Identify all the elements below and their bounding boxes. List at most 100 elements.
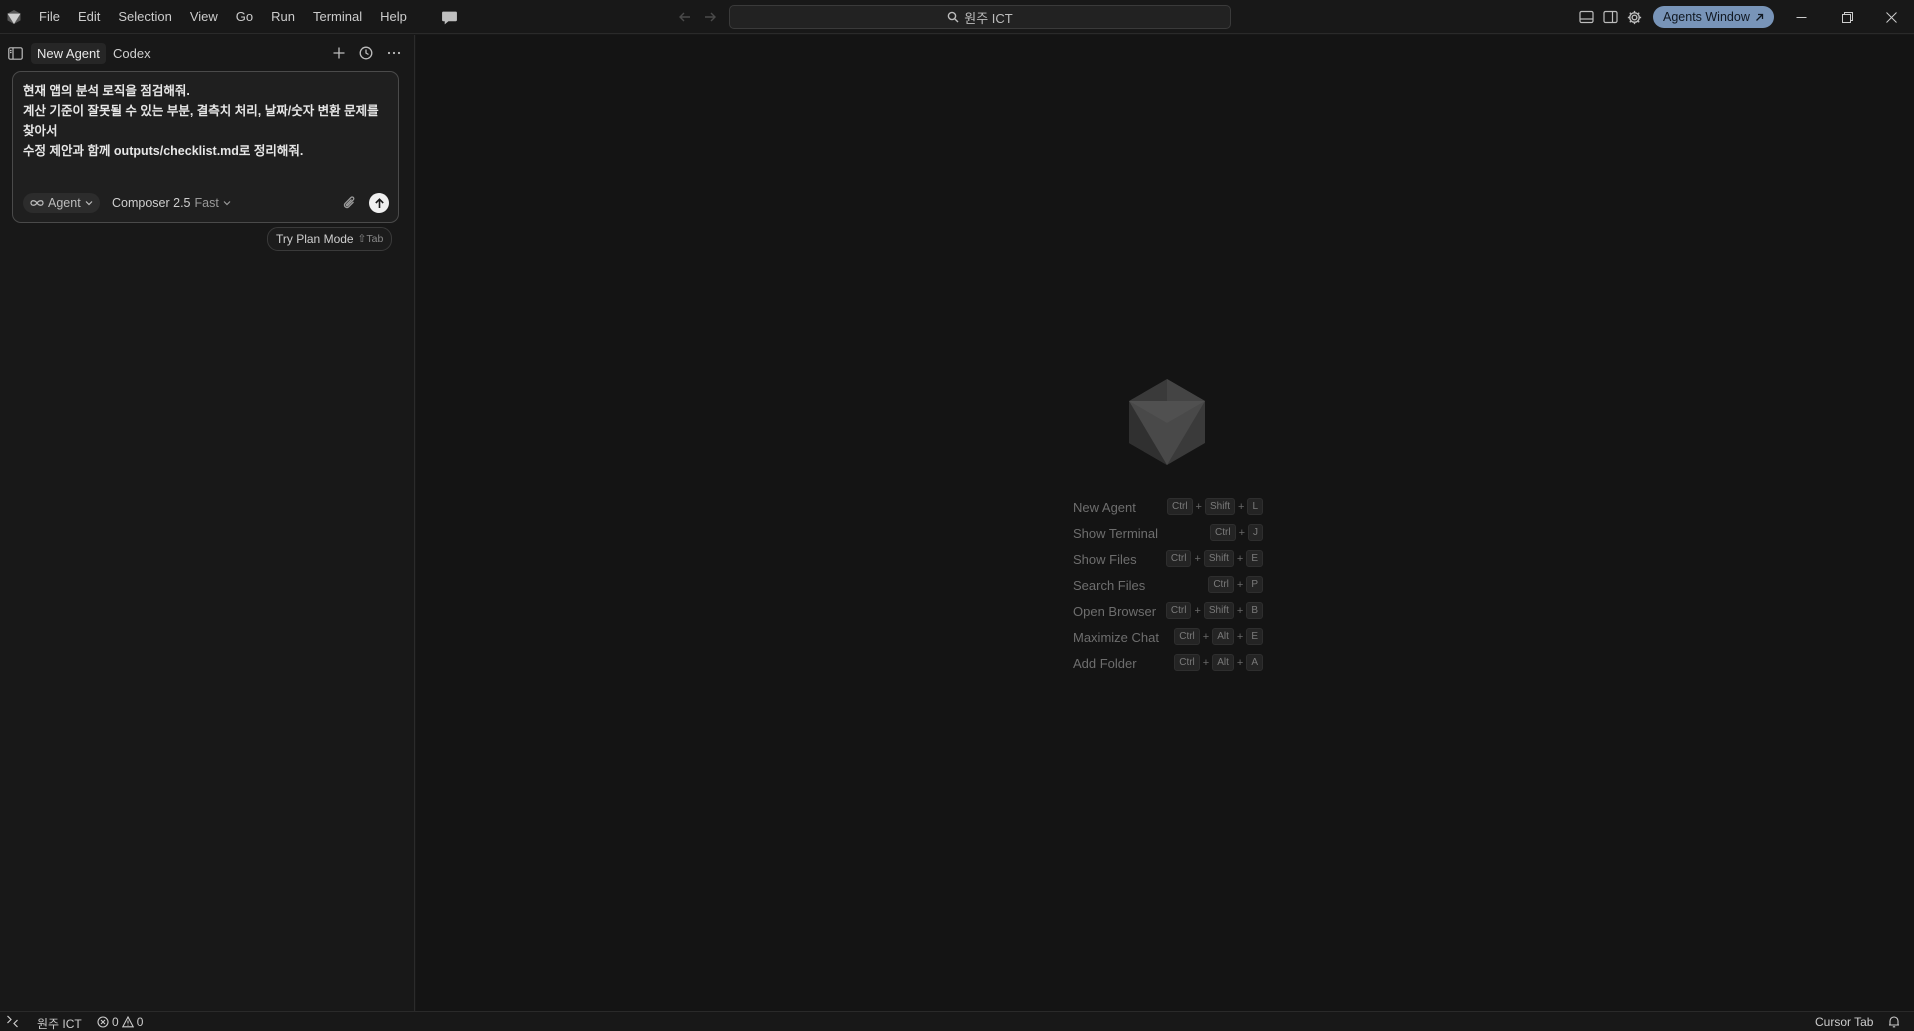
shortcut-label: Maximize Chat [1073,629,1159,645]
restore-icon [1841,11,1853,23]
cursor-cube-logo [1127,377,1207,467]
cursor-logo-icon [6,9,22,25]
warning-icon [121,1016,134,1028]
restore-button[interactable] [1824,0,1870,34]
search-icon [947,11,959,23]
shortcut-list: New Agent Ctrl + Shift + L Show Terminal Ctrl + J… [1073,494,1263,676]
shortcut-keys: Ctrl + Shift + B [1165,602,1263,619]
key-cap: B [1246,602,1263,619]
send-button[interactable] [369,193,389,213]
shortcut-row[interactable]: New Agent Ctrl + Shift + L [1073,494,1263,520]
workspace-name[interactable]: 원주 ICT [37,1015,82,1031]
shortcut-row[interactable]: Open Browser Ctrl + Shift + B [1073,598,1263,624]
menu-terminal[interactable]: Terminal [304,0,371,34]
minimize-button[interactable] [1778,0,1824,34]
key-separator: + [1236,656,1244,669]
tab-codex[interactable]: Codex [107,43,157,64]
main-editor-area: New Agent Ctrl + Shift + L Show Terminal Ctrl + J… [416,35,1914,1011]
key-cap: Ctrl [1174,628,1200,645]
model-speed: Fast [194,196,219,210]
warning-count: 0 [136,1015,144,1029]
bell-icon[interactable] [1888,1015,1900,1028]
gear-icon[interactable] [1627,10,1642,25]
menu-help[interactable]: Help [371,0,416,34]
shortcut-keys: Ctrl + Shift + L [1166,498,1263,515]
paperclip-icon[interactable] [342,195,357,211]
shortcut-row[interactable]: Maximize Chat Ctrl + Alt + E [1073,624,1263,650]
key-cap: P [1246,576,1263,593]
key-separator: + [1238,500,1245,513]
key-cap: E [1246,550,1263,567]
title-bar: File Edit Selection View Go Run Terminal… [0,0,1914,34]
key-cap: E [1246,628,1263,645]
key-cap: Ctrl [1165,550,1192,567]
agent-composer[interactable]: 현재 앱의 분석 로직을 점검해줘. 계산 기준이 잘못될 수 있는 부분, 결… [12,71,399,223]
layout-panel-icon[interactable] [1579,10,1594,24]
toggle-sidebar-icon[interactable] [8,47,23,60]
prompt-line: 수정 제안과 함께 outputs/checklist.md로 정리해줘. [23,144,304,158]
minimize-icon [1796,12,1807,23]
menu-file[interactable]: File [30,0,69,34]
layout-sidebar-icon[interactable] [1603,10,1618,24]
chat-icon[interactable] [441,9,458,25]
shortcut-keys: Ctrl + P [1208,576,1263,593]
key-cap: Alt [1212,628,1234,645]
menu-view[interactable]: View [181,0,227,34]
shortcut-keys: Ctrl + Shift + E [1165,550,1263,567]
agents-window-button[interactable]: Agents Window [1653,6,1774,28]
status-bar: 원주 ICT 0 0 Cursor Tab [0,1011,1914,1031]
plus-icon[interactable] [331,45,347,61]
shortcut-row[interactable]: Show Files Ctrl + Shift + E [1073,546,1263,572]
menu-run[interactable]: Run [262,0,304,34]
problems-indicator[interactable]: 0 0 [97,1015,143,1029]
menu-selection[interactable]: Selection [109,0,180,34]
shortcut-row[interactable]: Add Folder Ctrl + Alt + A [1073,650,1263,676]
plan-hint-label: Try Plan Mode [276,232,354,246]
key-separator: + [1236,552,1244,565]
prompt-textarea[interactable]: 현재 앱의 분석 로직을 점검해줘. 계산 기준이 잘못될 수 있는 부분, 결… [23,81,389,161]
menu-edit[interactable]: Edit [69,0,109,34]
model-selector[interactable]: Composer 2.5 Fast [112,193,231,213]
history-icon[interactable] [358,45,374,61]
forward-arrow-icon[interactable] [703,10,717,24]
error-icon [97,1016,109,1028]
key-separator: + [1195,500,1202,513]
key-separator: + [1236,604,1244,617]
command-search-bar[interactable]: 원주 ICT [729,5,1231,29]
shortcut-label: Open Browser [1073,603,1157,619]
chevron-down-icon [223,199,231,207]
error-count: 0 [112,1015,119,1029]
external-arrow-icon [1755,13,1764,22]
key-separator: + [1194,552,1201,565]
key-cap: J [1248,524,1263,541]
back-arrow-icon[interactable] [678,10,692,24]
key-separator: + [1202,656,1210,669]
key-cap: Ctrl [1166,498,1193,515]
remote-icon[interactable] [6,1015,19,1028]
cursor-tab-status[interactable]: Cursor Tab [1815,1015,1873,1029]
shortcut-keys: Ctrl + J [1210,524,1263,541]
key-cap: Shift [1204,498,1235,515]
key-separator: + [1236,630,1244,643]
shortcut-keys: Ctrl + Alt + E [1174,628,1263,645]
shortcut-row[interactable]: Search Files Ctrl + P [1073,572,1263,598]
key-separator: + [1236,578,1244,591]
close-icon [1885,11,1897,23]
try-plan-mode-button[interactable]: Try Plan Mode ⇧Tab [267,227,393,251]
prompt-line: 현재 앱의 분석 로직을 점검해줘. [23,84,190,98]
arrow-up-icon [374,197,385,209]
menu-go[interactable]: Go [227,0,262,34]
close-window-button[interactable] [1868,0,1914,34]
agents-window-label: Agents Window [1663,10,1750,24]
tab-new-agent[interactable]: New Agent [31,43,106,64]
menu-bar: File Edit Selection View Go Run Terminal… [30,0,416,34]
more-icon[interactable] [386,45,402,61]
agent-sidebar: New Agent Codex 현재 앱의 분석 로직을 점검해줘. 계산 기준… [0,35,415,1011]
prompt-line: 계산 기준이 잘못될 수 있는 부분, 결측치 처리, 날짜/숫자 변환 문제를… [23,104,379,138]
key-cap: Ctrl [1208,576,1234,593]
shortcut-label: New Agent [1073,499,1136,515]
agent-mode-selector[interactable]: Agent [23,193,100,213]
shortcut-row[interactable]: Show Terminal Ctrl + J [1073,520,1263,546]
shortcut-label: Show Terminal [1073,525,1159,541]
plan-hint-shortcut: ⇧Tab [357,233,384,245]
